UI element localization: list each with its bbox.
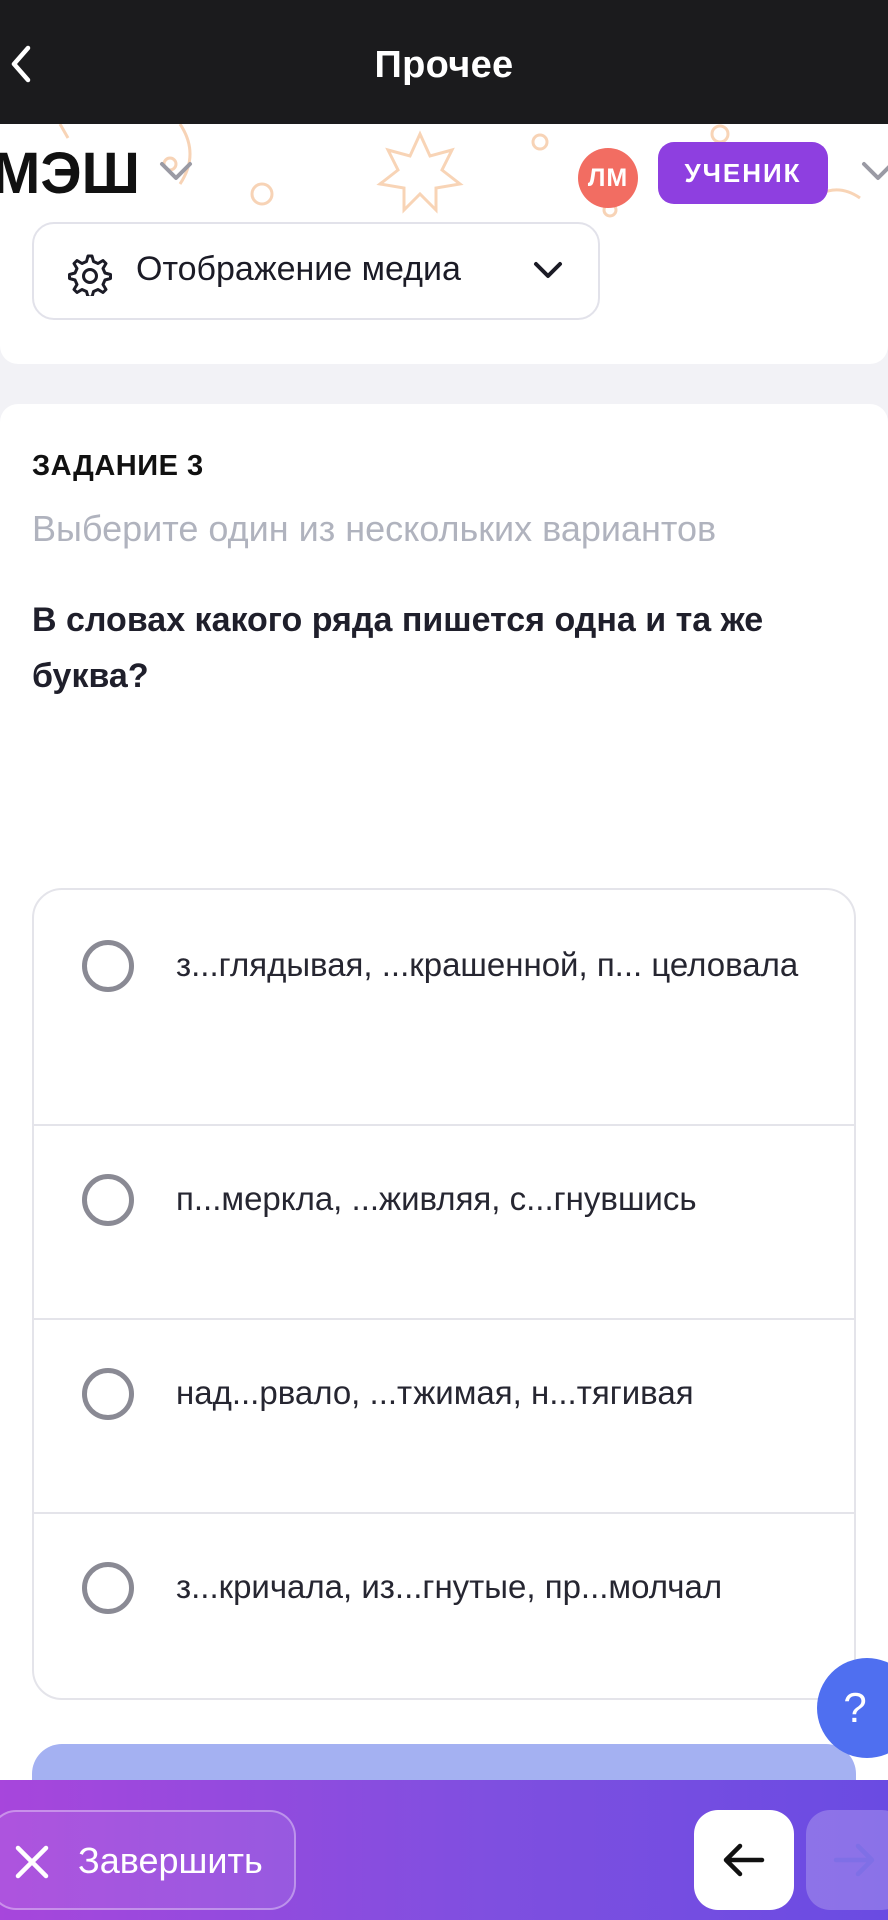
answer-option[interactable]: над...рвало, ...тжимая, н...тягивая	[34, 1320, 854, 1514]
arrow-left-icon	[723, 1843, 765, 1877]
finish-label: Завершить	[78, 1840, 263, 1881]
answer-option[interactable]: п...меркла, ...живляя, с...гнувшись	[34, 1126, 854, 1320]
close-icon	[15, 1845, 49, 1879]
role-badge[interactable]: УЧЕНИК	[658, 142, 828, 204]
chevron-down-icon	[534, 262, 562, 278]
answer-option-text: п...меркла, ...живляя, с...гнувшись	[176, 1180, 697, 1217]
task-question: В словах какого ряда пишется одна и та ж…	[32, 601, 764, 695]
radio-button[interactable]	[82, 1174, 134, 1226]
avatar[interactable]: ЛМ	[578, 148, 638, 208]
task-hint: Выберите один из нескольких вариантов	[32, 508, 717, 549]
media-display-dropdown[interactable]: Отображение медиа	[32, 222, 600, 320]
arrow-right-icon	[833, 1843, 875, 1877]
media-settings-card: Отображение медиа	[0, 222, 888, 364]
radio-button[interactable]	[82, 1562, 134, 1614]
answer-options: з...глядывая, ...крашенной, п... целовал…	[32, 888, 856, 1700]
gear-icon	[68, 254, 112, 296]
radio-button[interactable]	[82, 1368, 134, 1420]
answer-option-text: з...кричала, из...гнутые, пр...молчал	[176, 1568, 723, 1605]
answer-option-text: з...глядывая, ...крашенной, п... целовал…	[176, 946, 799, 983]
finish-button[interactable]: Завершить	[0, 1810, 296, 1910]
radio-button[interactable]	[82, 940, 134, 992]
answer-option[interactable]: з...кричала, из...гнутые, пр...молчал	[34, 1514, 854, 1698]
task-number: ЗАДАНИЕ 3	[32, 450, 204, 482]
bottom-navigation-bar: Завершить	[0, 1780, 888, 1920]
chevron-down-icon[interactable]	[860, 160, 888, 184]
task-card: ЗАДАНИЕ 3 Выберите один из нескольких ва…	[0, 404, 888, 1804]
answer-option-text: над...рвало, ...тжимая, н...тягивая	[176, 1374, 694, 1411]
chevron-down-icon[interactable]	[158, 160, 194, 184]
app-topbar: Прочее	[0, 0, 888, 124]
app-logo[interactable]: МЭШ	[0, 140, 140, 207]
page-title: Прочее	[374, 44, 514, 86]
previous-button[interactable]	[694, 1810, 794, 1910]
answer-option[interactable]: з...глядывая, ...крашенной, п... целовал…	[34, 890, 854, 1126]
media-display-label: Отображение медиа	[136, 250, 461, 288]
next-button[interactable]	[806, 1810, 888, 1910]
